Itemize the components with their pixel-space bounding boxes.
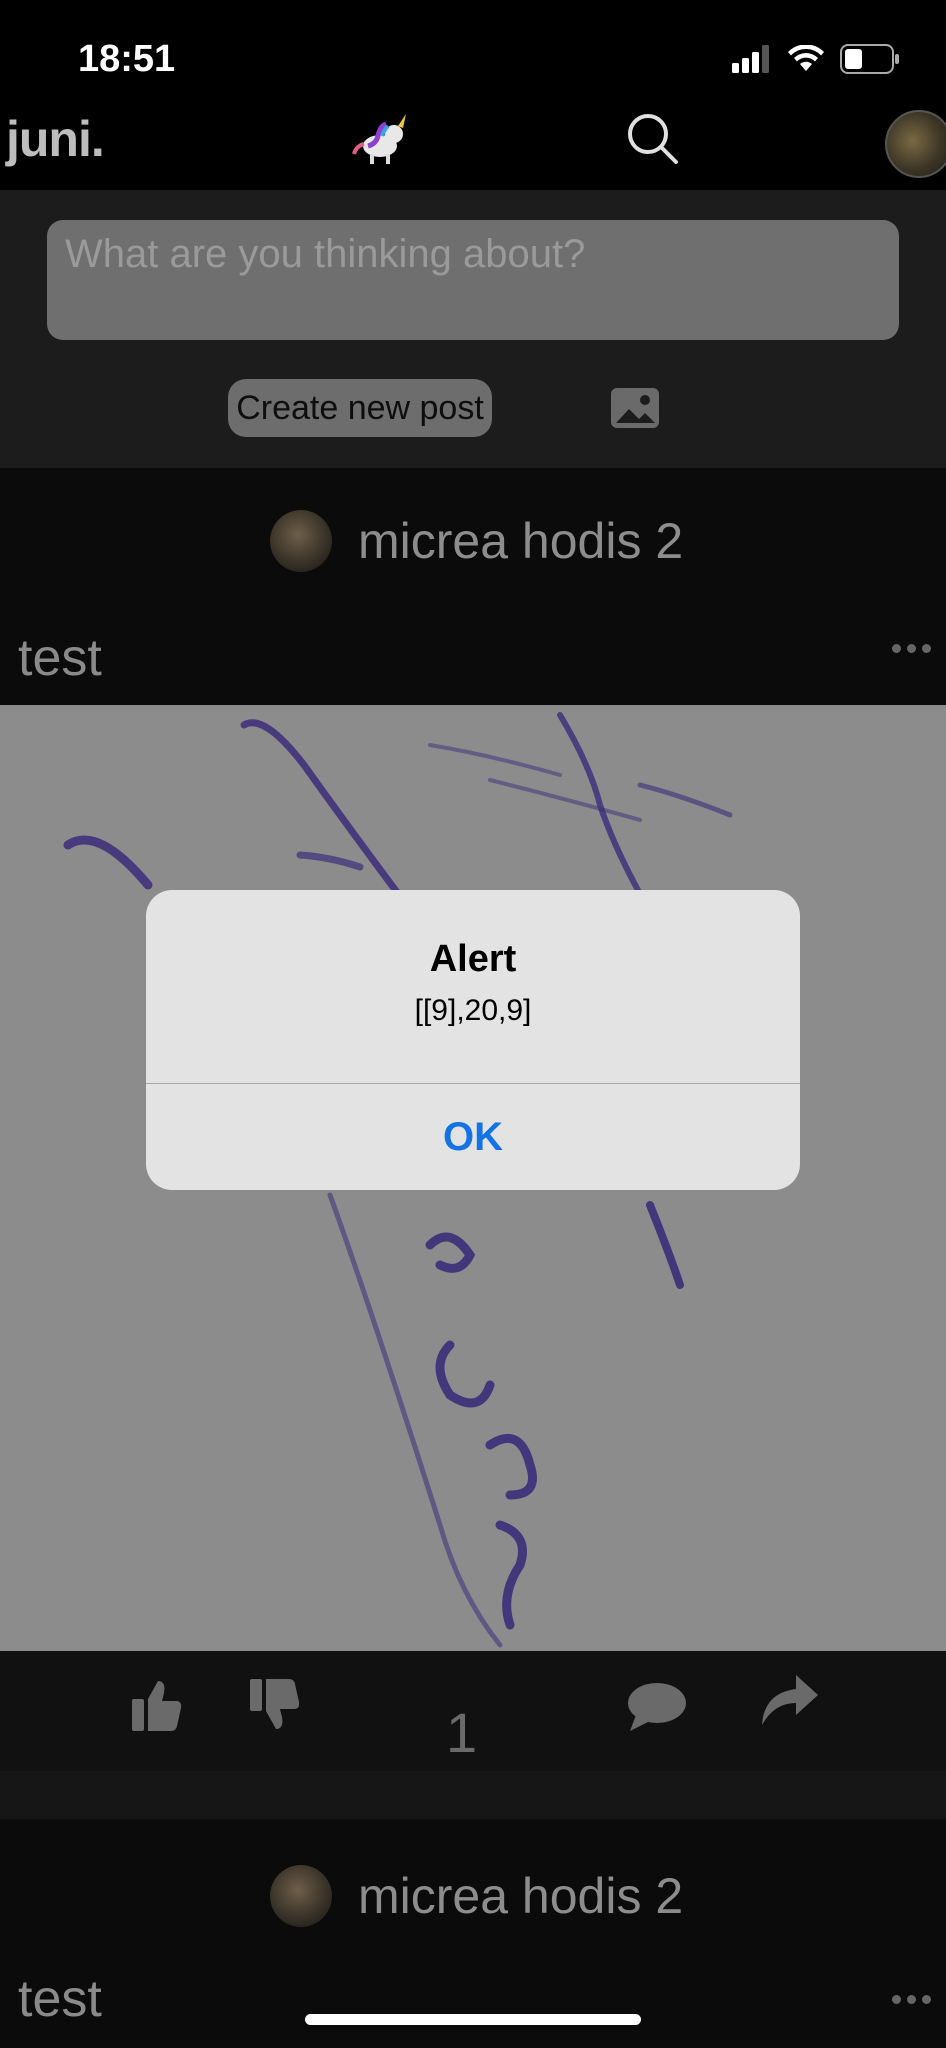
comment-icon[interactable] [626, 1681, 688, 1733]
wifi-icon [788, 45, 824, 71]
status-bar: 18:51 [0, 0, 946, 110]
alert-title: Alert [429, 938, 517, 980]
more-icon[interactable] [892, 644, 931, 653]
status-icons [732, 44, 900, 74]
post-input-placeholder: What are you thinking about? [65, 232, 586, 276]
post-title: test [18, 1970, 102, 2028]
post-author[interactable]: micrea hodis 2 [270, 1865, 683, 1927]
post-card: micrea hodis 2 test [0, 468, 946, 705]
author-avatar[interactable] [270, 510, 332, 572]
battery-icon [840, 44, 899, 74]
signal-icon [732, 45, 769, 73]
create-post-button[interactable]: Create new post [228, 379, 492, 437]
app-logo-text[interactable]: juni. [6, 110, 105, 168]
image-icon[interactable] [609, 386, 661, 430]
alert-message: [[9],20,9] [414, 994, 532, 1027]
thumbs-up-icon[interactable] [130, 1677, 184, 1733]
alert-ok-button[interactable]: OK [146, 1084, 800, 1190]
share-icon[interactable] [758, 1673, 820, 1727]
post-title: test [18, 629, 102, 687]
author-name[interactable]: micrea hodis 2 [358, 1867, 683, 1925]
alert-dialog: Alert [[9],20,9] OK [146, 890, 800, 1190]
app-header: juni. [0, 110, 946, 190]
search-icon[interactable] [624, 110, 680, 166]
post-author[interactable]: micrea hodis 2 [270, 510, 683, 572]
user-avatar[interactable] [885, 110, 946, 178]
vote-count: 1 [446, 1701, 478, 1764]
author-name[interactable]: micrea hodis 2 [358, 512, 683, 570]
unicorn-logo-icon[interactable] [350, 110, 412, 166]
thumbs-down-icon[interactable] [248, 1677, 302, 1733]
post-composer: What are you thinking about? Create new … [0, 190, 946, 468]
more-icon[interactable] [892, 1995, 931, 2004]
status-time: 18:51 [78, 38, 176, 80]
post-separator [0, 1771, 946, 1819]
author-avatar[interactable] [270, 1865, 332, 1927]
home-indicator[interactable] [305, 2014, 641, 2025]
